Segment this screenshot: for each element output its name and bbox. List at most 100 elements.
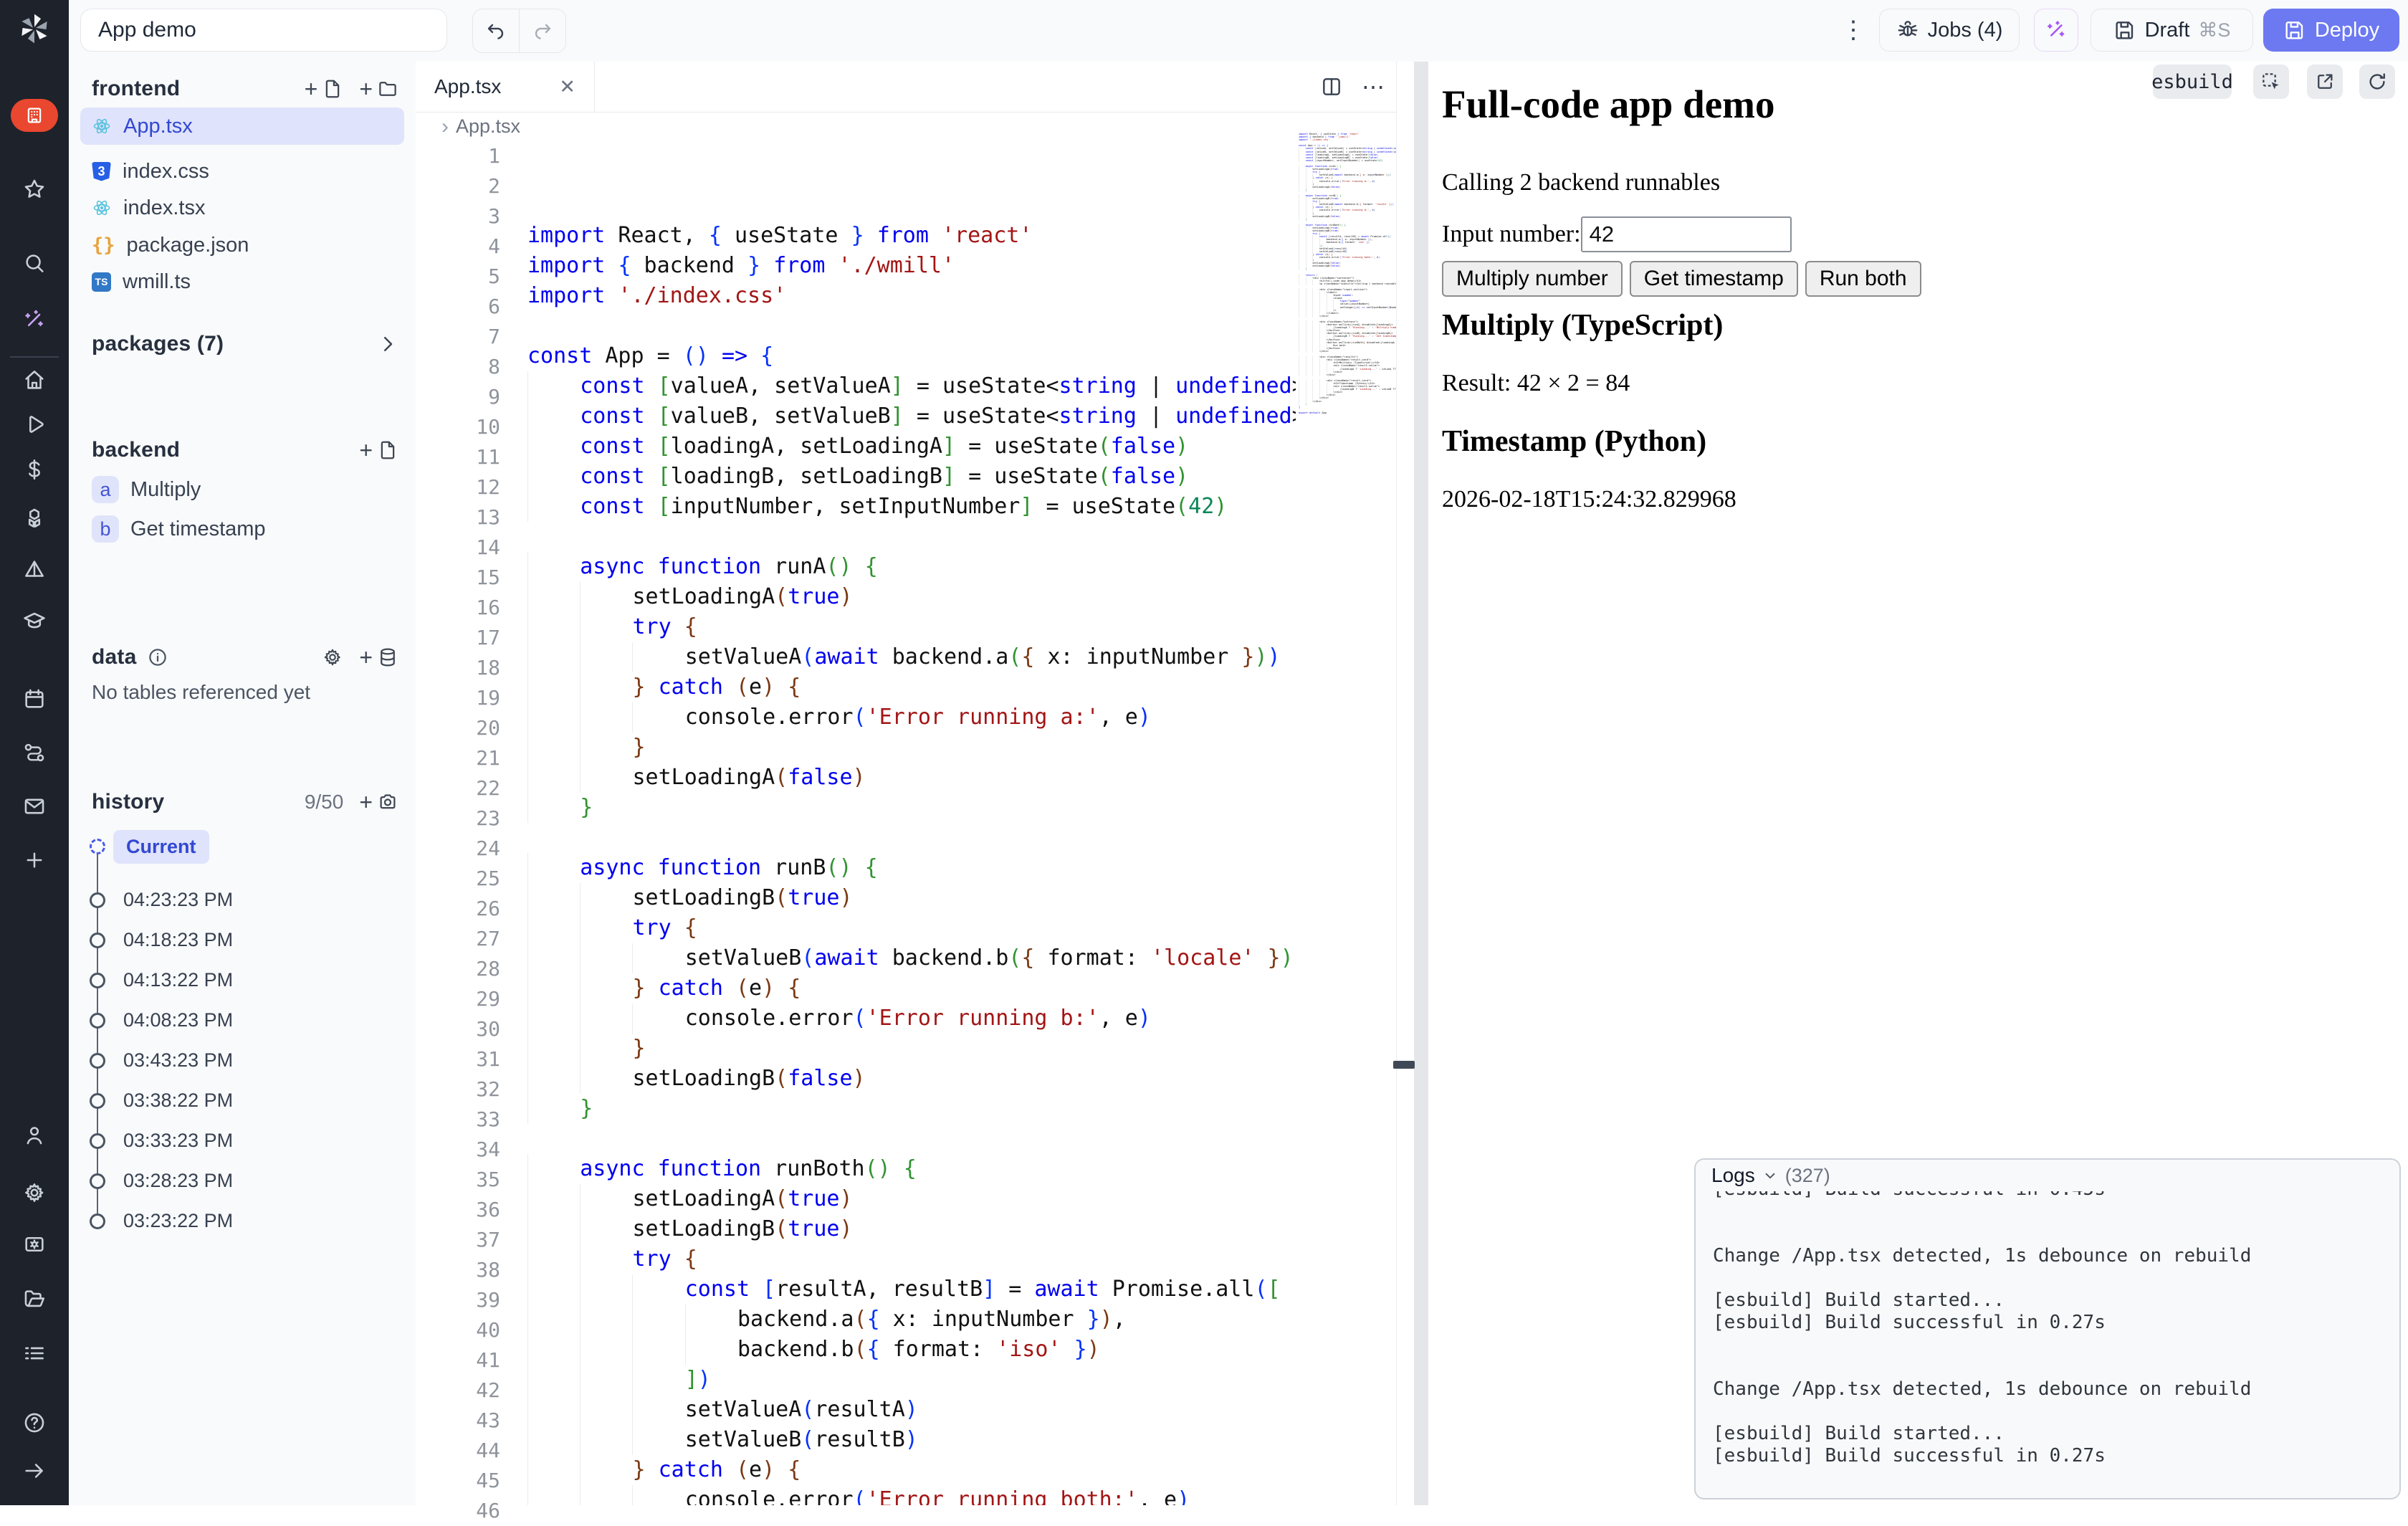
logs-content[interactable]: [esbuild] Build successful in 0.45s Chan… bbox=[1713, 1178, 2392, 1467]
code-line[interactable]: setLoadingB(true) bbox=[527, 883, 1296, 913]
draft-button[interactable]: Draft ⌘S bbox=[2091, 9, 2253, 52]
code-line[interactable]: } catch (e) { bbox=[527, 973, 1296, 1003]
code-line[interactable]: console.error('Error running b:', e) bbox=[527, 1003, 1296, 1034]
code-line[interactable]: } bbox=[527, 733, 1296, 763]
code-line[interactable]: const [valueA, setValueA] = useState<str… bbox=[527, 371, 1296, 401]
code-line[interactable]: } bbox=[527, 793, 1296, 823]
runtime-badge[interactable]: esbuild bbox=[2153, 65, 2232, 99]
close-tab-icon[interactable]: ✕ bbox=[559, 76, 575, 98]
code-line[interactable]: import { backend } from './wmill' bbox=[527, 251, 1296, 281]
code-line[interactable] bbox=[527, 311, 1296, 341]
runnable-item-b[interactable]: bGet timestamp bbox=[80, 510, 404, 548]
add-snapshot-button[interactable]: + bbox=[359, 791, 398, 814]
code-line[interactable]: import React, { useState } from 'react' bbox=[527, 221, 1296, 251]
code-line[interactable]: backend.b({ format: 'iso' }) bbox=[527, 1335, 1296, 1365]
redo-button[interactable] bbox=[519, 9, 565, 52]
refresh-button[interactable] bbox=[2359, 65, 2395, 99]
code-line[interactable]: try { bbox=[527, 1244, 1296, 1274]
rail-help-circle-button[interactable] bbox=[0, 1401, 69, 1444]
code-line[interactable]: try { bbox=[527, 612, 1296, 642]
code-line[interactable] bbox=[527, 823, 1296, 853]
history-entry-time[interactable]: 03:33:23 PM bbox=[123, 1130, 233, 1152]
rail-star-button[interactable] bbox=[0, 168, 69, 211]
history-entry-time[interactable]: 03:23:22 PM bbox=[123, 1210, 233, 1232]
open-external-button[interactable] bbox=[2307, 65, 2343, 99]
rail-graduation-cap-button[interactable] bbox=[0, 599, 69, 642]
history-node[interactable] bbox=[90, 973, 105, 988]
rail-route-button[interactable] bbox=[0, 731, 69, 774]
add-folder-button[interactable]: + bbox=[359, 77, 398, 100]
rail-workspace-building-button[interactable] bbox=[0, 94, 69, 137]
workspace-switcher[interactable] bbox=[11, 99, 58, 132]
code-line[interactable]: const [valueB, setValueB] = useState<str… bbox=[527, 401, 1296, 431]
add-file-button[interactable]: + bbox=[305, 77, 344, 100]
code-line[interactable]: const [resultA, resultB] = await Promise… bbox=[527, 1274, 1296, 1305]
code-line[interactable]: setValueA(resultA) bbox=[527, 1395, 1296, 1425]
history-node[interactable] bbox=[90, 1013, 105, 1029]
file-item-app-tsx[interactable]: App.tsx bbox=[80, 108, 404, 145]
windmill-logo-icon[interactable] bbox=[0, 7, 69, 50]
code-line[interactable]: } bbox=[527, 1094, 1296, 1124]
code-line[interactable]: backend.a({ x: inputNumber }), bbox=[527, 1305, 1296, 1335]
code-line[interactable]: setValueA(await backend.a({ x: inputNumb… bbox=[527, 642, 1296, 672]
history-node[interactable] bbox=[90, 1173, 105, 1189]
rail-list-detail-button[interactable] bbox=[0, 1332, 69, 1375]
rail-search-button[interactable] bbox=[0, 242, 69, 285]
history-entry-time[interactable]: 04:23:23 PM bbox=[123, 889, 233, 911]
deploy-button[interactable]: Deploy bbox=[2263, 9, 2399, 52]
rail-magic-wand-button[interactable] bbox=[0, 298, 69, 341]
history-node[interactable] bbox=[90, 933, 105, 948]
rail-service-box-button[interactable] bbox=[0, 1223, 69, 1266]
runnable-item-a[interactable]: aMultiply bbox=[80, 471, 404, 508]
code-line[interactable]: async function runA() { bbox=[527, 552, 1296, 582]
history-entry-time[interactable]: 04:18:23 PM bbox=[123, 929, 233, 951]
code-line[interactable]: console.error('Error running both:', e) bbox=[527, 1485, 1296, 1505]
code-line[interactable]: try { bbox=[527, 913, 1296, 943]
history-entry-time[interactable]: 03:38:22 PM bbox=[123, 1089, 233, 1112]
code-line[interactable]: } catch (e) { bbox=[527, 1455, 1296, 1485]
jobs-button[interactable]: Jobs (4) bbox=[1879, 9, 2020, 52]
code-line[interactable]: setLoadingB(false) bbox=[527, 1064, 1296, 1094]
rail-plus-button[interactable] bbox=[0, 839, 69, 882]
code-line[interactable]: ]) bbox=[527, 1365, 1296, 1395]
history-current-label[interactable]: Current bbox=[113, 830, 209, 864]
code-line[interactable]: setLoadingA(true) bbox=[527, 1184, 1296, 1214]
history-node[interactable] bbox=[90, 1053, 105, 1069]
rail-dollar-button[interactable] bbox=[0, 448, 69, 491]
rail-folder-open-button[interactable] bbox=[0, 1277, 69, 1320]
code-line[interactable]: const [loadingA, setLoadingA] = useState… bbox=[527, 431, 1296, 462]
history-node-current[interactable] bbox=[90, 839, 105, 854]
file-item-index-css[interactable]: 3index.css bbox=[80, 153, 404, 190]
chevron-down-icon[interactable] bbox=[1762, 1168, 1778, 1183]
minimap[interactable]: import React, { useState } from 'react'i… bbox=[1296, 133, 1396, 1505]
packages-section-header[interactable]: packages (7) bbox=[92, 327, 398, 361]
rail-calendar-button[interactable] bbox=[0, 677, 69, 720]
tab-apptsx[interactable]: App.tsx ✕ bbox=[416, 62, 595, 112]
rail-arrow-right-button[interactable] bbox=[0, 1449, 69, 1492]
undo-button[interactable] bbox=[473, 9, 519, 52]
breadcrumb[interactable]: › App.tsx bbox=[441, 112, 520, 141]
code-line[interactable]: console.error('Error running a:', e) bbox=[527, 702, 1296, 733]
history-entry-time[interactable]: 04:13:22 PM bbox=[123, 969, 233, 991]
input-number-field[interactable] bbox=[1581, 216, 1792, 252]
code-line[interactable]: setLoadingA(true) bbox=[527, 582, 1296, 612]
code-line[interactable]: async function runB() { bbox=[527, 853, 1296, 883]
rail-gear-button[interactable] bbox=[0, 1171, 69, 1214]
code-line[interactable]: } catch (e) { bbox=[527, 672, 1296, 702]
history-entry-time[interactable]: 04:08:23 PM bbox=[123, 1009, 233, 1031]
history-entry-time[interactable]: 03:28:23 PM bbox=[123, 1170, 233, 1192]
code-line[interactable]: const [loadingB, setLoadingB] = useState… bbox=[527, 462, 1296, 492]
history-node[interactable] bbox=[90, 1093, 105, 1109]
code-line[interactable]: } bbox=[527, 1034, 1296, 1064]
rail-mail-button[interactable] bbox=[0, 785, 69, 828]
gear-icon[interactable] bbox=[322, 647, 343, 668]
code-line[interactable]: setValueB(resultB) bbox=[527, 1425, 1296, 1455]
history-entry-time[interactable]: 03:43:23 PM bbox=[123, 1049, 233, 1072]
ai-wand-button[interactable] bbox=[2034, 9, 2078, 52]
app-name-input[interactable] bbox=[80, 9, 447, 52]
history-node[interactable] bbox=[90, 1133, 105, 1149]
code-line[interactable]: setLoadingB(true) bbox=[527, 1214, 1296, 1244]
preview-button-run-both[interactable]: Run both bbox=[1805, 261, 1921, 297]
file-item-index-tsx[interactable]: index.tsx bbox=[80, 189, 404, 226]
panel-resize-divider[interactable] bbox=[1414, 62, 1428, 1505]
